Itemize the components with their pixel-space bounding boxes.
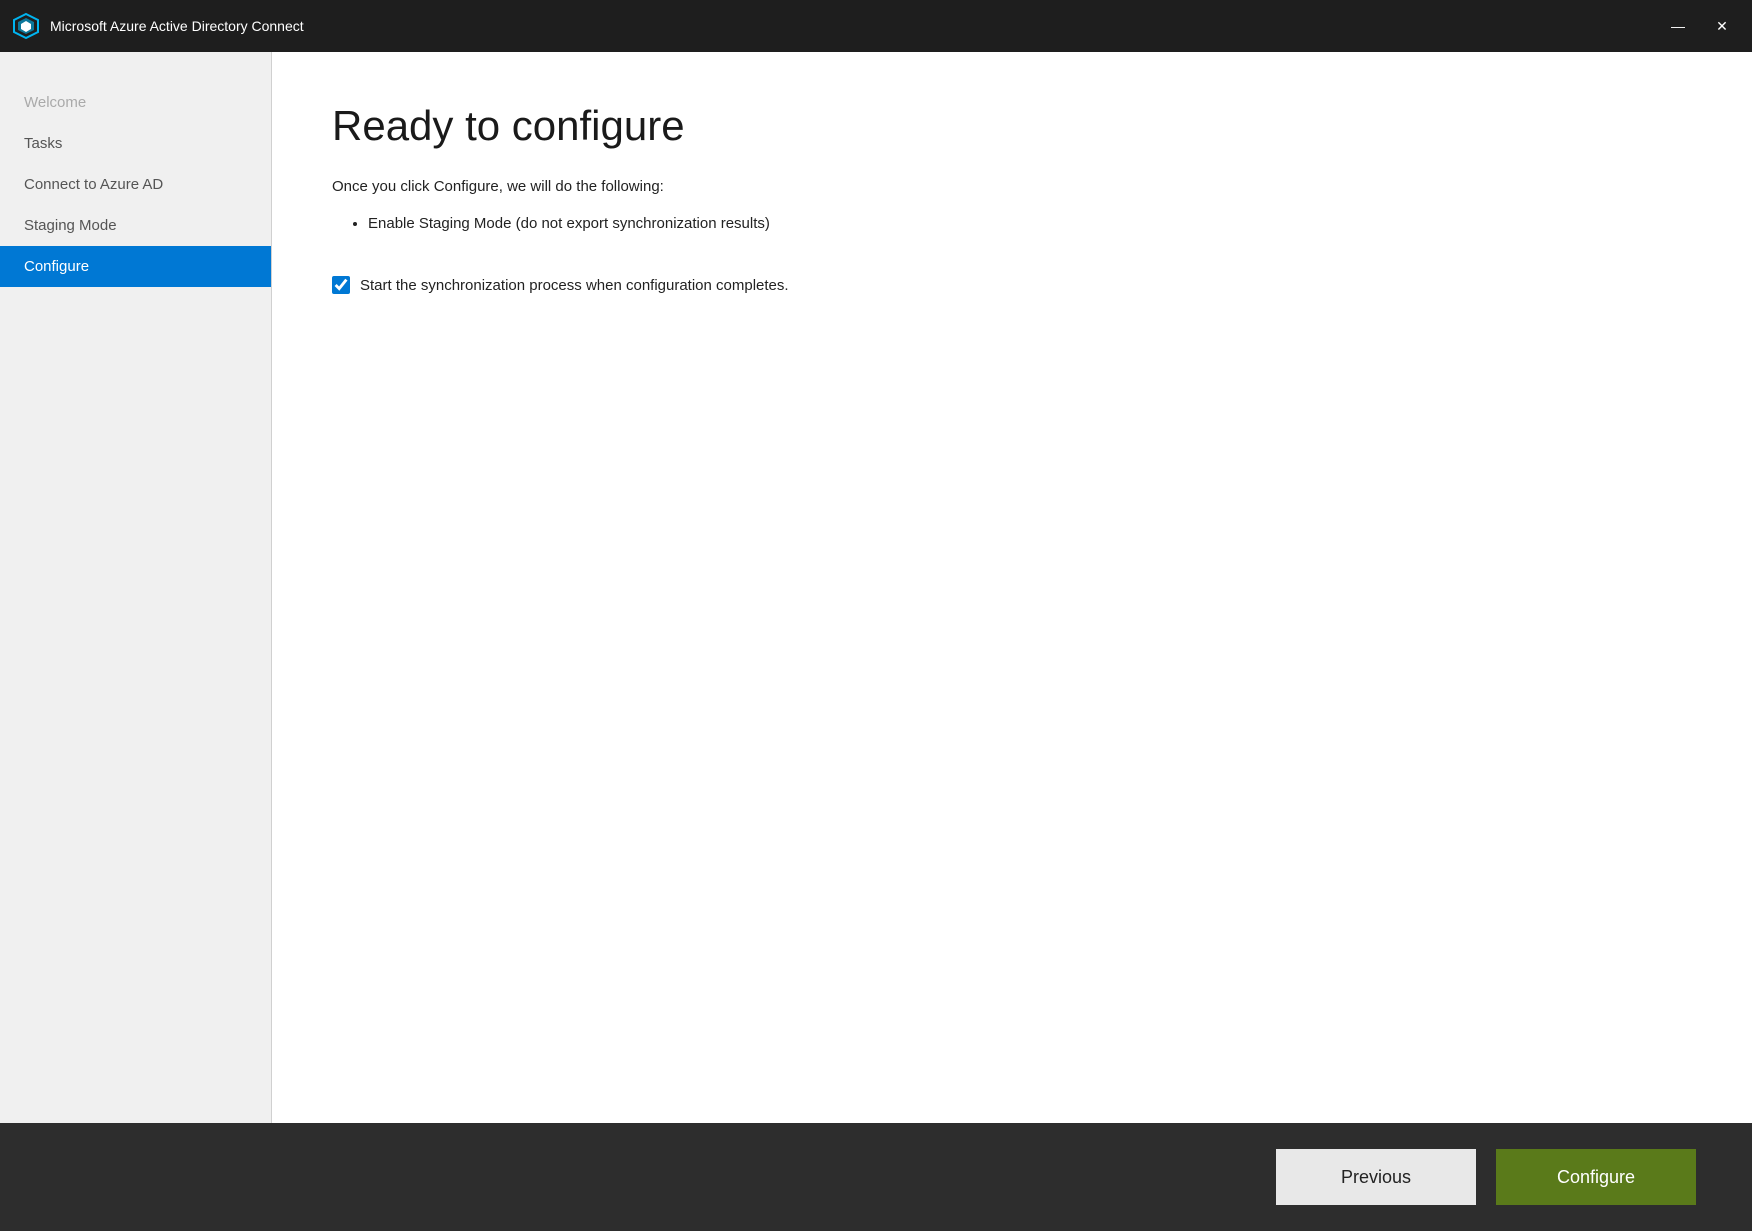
bullet-item-1: Enable Staging Mode (do not export synch… bbox=[368, 215, 1692, 232]
sync-checkbox-label[interactable]: Start the synchronization process when c… bbox=[360, 277, 789, 294]
sync-checkbox-row: Start the synchronization process when c… bbox=[332, 276, 1692, 294]
minimize-button[interactable]: — bbox=[1660, 12, 1696, 40]
footer: Previous Configure bbox=[0, 1123, 1752, 1231]
titlebar-left: Microsoft Azure Active Directory Connect bbox=[12, 12, 304, 40]
main-content: Welcome Tasks Connect to Azure AD Stagin… bbox=[0, 52, 1752, 1123]
sidebar-item-welcome: Welcome bbox=[0, 82, 271, 123]
content-area: Ready to configure Once you click Config… bbox=[272, 52, 1752, 1123]
titlebar-controls: — ✕ bbox=[1660, 12, 1740, 40]
sidebar-item-staging-mode[interactable]: Staging Mode bbox=[0, 205, 271, 246]
sidebar-item-connect-azure-ad[interactable]: Connect to Azure AD bbox=[0, 164, 271, 205]
bullet-list: Enable Staging Mode (do not export synch… bbox=[332, 215, 1692, 240]
close-button[interactable]: ✕ bbox=[1704, 12, 1740, 40]
app-logo-icon bbox=[12, 12, 40, 40]
app-window: Microsoft Azure Active Directory Connect… bbox=[0, 0, 1752, 1231]
sync-start-checkbox[interactable] bbox=[332, 276, 350, 294]
sidebar: Welcome Tasks Connect to Azure AD Stagin… bbox=[0, 52, 272, 1123]
window-title: Microsoft Azure Active Directory Connect bbox=[50, 18, 304, 34]
previous-button[interactable]: Previous bbox=[1276, 1149, 1476, 1205]
sidebar-item-configure[interactable]: Configure bbox=[0, 246, 271, 287]
titlebar: Microsoft Azure Active Directory Connect… bbox=[0, 0, 1752, 52]
sidebar-item-tasks[interactable]: Tasks bbox=[0, 123, 271, 164]
description-text: Once you click Configure, we will do the… bbox=[332, 178, 1692, 195]
configure-button[interactable]: Configure bbox=[1496, 1149, 1696, 1205]
page-title: Ready to configure bbox=[332, 102, 1692, 150]
